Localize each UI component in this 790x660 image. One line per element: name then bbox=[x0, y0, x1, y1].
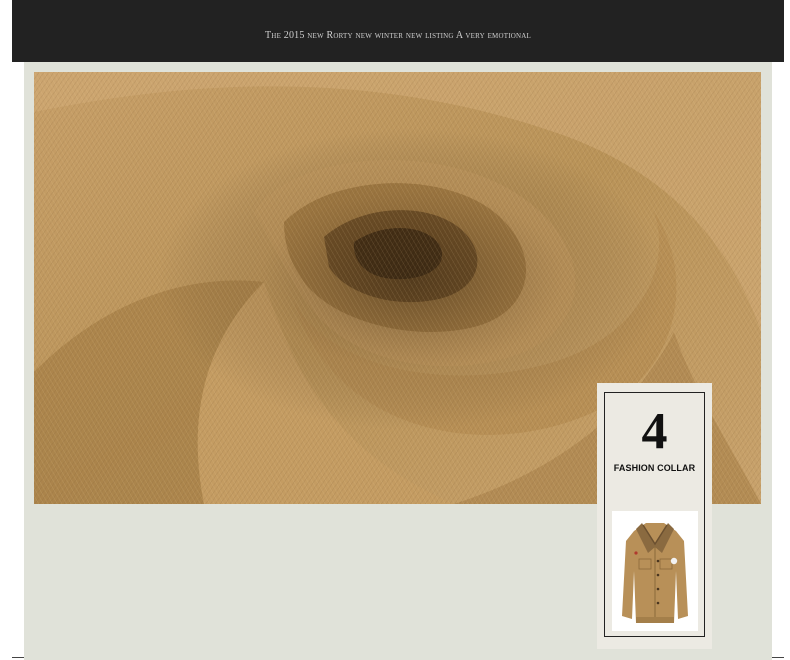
feature-label: FASHION COLLAR bbox=[613, 463, 696, 473]
header-tagline: The 2015 new Rorty new winter new listin… bbox=[265, 30, 531, 41]
bottom-rule-left bbox=[12, 657, 24, 658]
feature-card: 4 FASHION COLLAR bbox=[597, 383, 712, 649]
bottom-rule-right bbox=[772, 657, 784, 658]
feature-number: 4 bbox=[641, 403, 668, 460]
feature-card-frame: 4 FASHION COLLAR bbox=[604, 392, 705, 637]
jacket-product-image bbox=[612, 511, 698, 631]
header-bar: The 2015 new Rorty new winter new listin… bbox=[12, 0, 784, 62]
